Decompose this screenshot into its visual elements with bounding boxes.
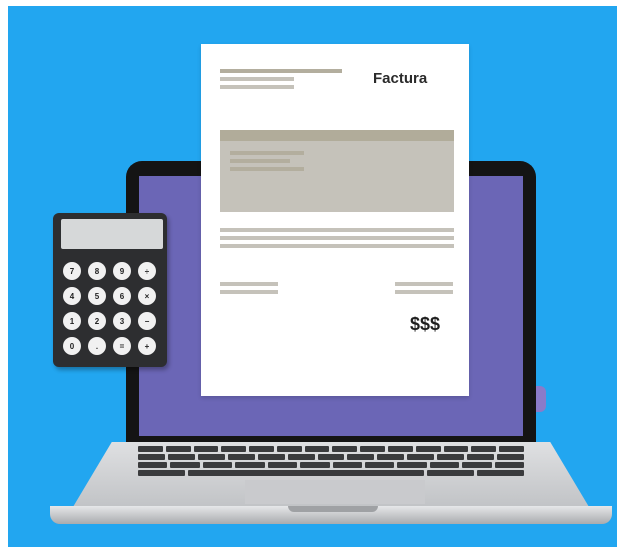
body-line <box>220 244 454 248</box>
footer-line <box>395 290 453 294</box>
invoice-title: Factura <box>373 70 428 87</box>
calculator-key: − <box>138 312 156 330</box>
calculator-key: . <box>88 337 106 355</box>
illustration-scene: Factura $$$ 7 8 9 ÷ 4 5 6 × 1 2 3 − 0 . … <box>8 6 617 547</box>
details-line <box>230 151 304 155</box>
header-line <box>220 69 342 73</box>
calculator-keypad: 7 8 9 ÷ 4 5 6 × 1 2 3 − 0 . = + <box>63 262 161 355</box>
laptop-trackpad <box>245 480 425 504</box>
invoice-details-header <box>220 130 454 141</box>
laptop-notch <box>288 506 378 512</box>
calculator-key: 7 <box>63 262 81 280</box>
invoice-details-box <box>220 130 454 212</box>
invoice-amount: $$$ <box>410 314 441 334</box>
calculator-key: × <box>138 287 156 305</box>
calculator-key: 8 <box>88 262 106 280</box>
calculator-key: 2 <box>88 312 106 330</box>
calculator-key: + <box>138 337 156 355</box>
calculator-key: 0 <box>63 337 81 355</box>
header-line <box>220 77 294 81</box>
footer-line <box>220 290 278 294</box>
details-line <box>230 167 304 171</box>
laptop-keyboard <box>138 446 525 476</box>
screen-tab <box>536 386 546 412</box>
calculator-key: ÷ <box>138 262 156 280</box>
body-line <box>220 228 454 232</box>
body-line <box>220 236 454 240</box>
footer-line <box>220 282 278 286</box>
calculator-key: 3 <box>113 312 131 330</box>
details-line <box>230 159 290 163</box>
calculator-key: 5 <box>88 287 106 305</box>
calculator-key: 6 <box>113 287 131 305</box>
calculator-key: 4 <box>63 287 81 305</box>
calculator-key: 9 <box>113 262 131 280</box>
header-line <box>220 85 294 89</box>
calculator-key: 1 <box>63 312 81 330</box>
calculator-display <box>61 219 163 249</box>
invoice-document <box>201 44 469 396</box>
calculator-key: = <box>113 337 131 355</box>
footer-line <box>395 282 453 286</box>
